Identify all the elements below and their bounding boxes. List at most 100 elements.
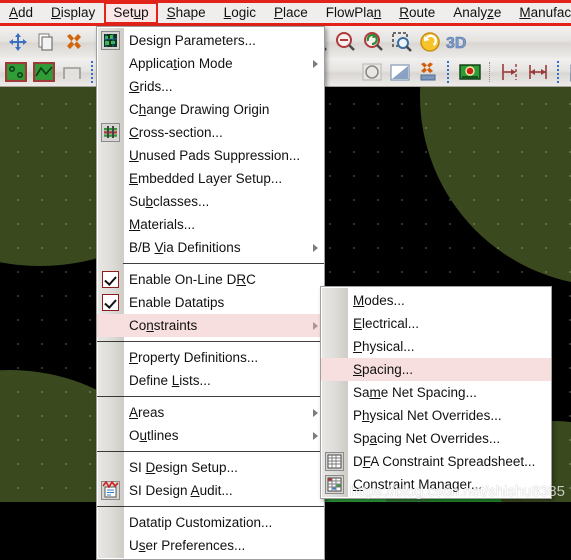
menu-separator — [97, 506, 324, 507]
menu-item-user-preferences[interactable]: User Preferences... — [97, 534, 324, 557]
menubar-item-display[interactable]: Display — [42, 2, 104, 24]
menu-item-label: Materials... — [129, 217, 196, 232]
menu-item-design-parameters[interactable]: Design Parameters... — [97, 29, 324, 52]
menubar: Add Display Setup Shape Logic Place Flow… — [0, 0, 571, 26]
menu-item-embedded-layer-setup[interactable]: Embedded Layer Setup... — [97, 167, 324, 190]
submenu-item-modes[interactable]: Modes... — [321, 289, 551, 312]
menubar-item-route[interactable]: Route — [390, 2, 444, 24]
delete-shape-icon[interactable] — [415, 59, 441, 85]
menu-item-subclasses[interactable]: Subclasses... — [97, 190, 324, 213]
menu-item-label: SI Design Audit... — [129, 483, 233, 498]
menu-separator — [97, 451, 324, 452]
menu-item-unused-pads-suppression[interactable]: Unused Pads Suppression... — [97, 144, 324, 167]
menu-item-label: Enable On-Line DRC — [129, 272, 256, 287]
menu-item-si-design-audit[interactable]: SI Design Audit... — [97, 479, 324, 502]
submenu-item-physical[interactable]: Physical... — [321, 335, 551, 358]
board-green-icon[interactable] — [457, 59, 483, 85]
menu-item-label: Embedded Layer Setup... — [129, 171, 283, 186]
shape-green-a-icon[interactable] — [3, 59, 29, 85]
chevron-right-icon — [313, 243, 318, 252]
menubar-item-place[interactable]: Place — [265, 2, 317, 24]
si-audit-icon — [101, 480, 121, 501]
submenu-item-dfa-constraint-spreadsheet[interactable]: DFA Constraint Spreadsheet... — [321, 450, 551, 473]
menu-item-label: B/B Via Definitions — [129, 240, 241, 255]
menubar-item-shape[interactable]: Shape — [158, 2, 215, 24]
menu-item-label: Physical... — [353, 339, 415, 354]
dfa-spreadsheet-icon — [325, 452, 345, 472]
menu-item-label: Application Mode — [129, 56, 233, 71]
menu-item-si-design-setup[interactable]: SI Design Setup... — [97, 456, 324, 479]
toolbar-separator-3 — [489, 62, 491, 82]
menu-item-areas[interactable]: Areas — [97, 401, 324, 424]
chevron-right-icon — [313, 59, 318, 68]
menu-item-label: Design Parameters... — [129, 33, 256, 48]
menu-item-materials[interactable]: Materials... — [97, 213, 324, 236]
menu-item-label: Areas — [129, 405, 165, 420]
menu-item-enable-online-drc[interactable]: Enable On-Line DRC — [97, 268, 324, 291]
menubar-item-setup[interactable]: Setup — [104, 2, 158, 24]
menu-item-label: Change Drawing Origin — [129, 102, 270, 117]
menu-separator — [97, 341, 324, 342]
menubar-item-logic[interactable]: Logic — [215, 2, 265, 24]
submenu-item-physical-net-overrides[interactable]: Physical Net Overrides... — [321, 404, 551, 427]
menu-item-outlines[interactable]: Outlines — [97, 424, 324, 447]
zoom-selection-icon[interactable] — [389, 29, 415, 55]
shape-fill-icon[interactable] — [387, 59, 413, 85]
copy-icon[interactable] — [33, 29, 59, 55]
menu-item-label: Cross-section... — [129, 125, 223, 140]
shape-gray-icon[interactable] — [59, 59, 85, 85]
menu-item-cross-section[interactable]: Cross-section... — [97, 121, 324, 144]
menu-item-label: Property Definitions... — [129, 350, 259, 365]
design-params-icon — [101, 31, 121, 51]
menu-item-application-mode[interactable]: Application Mode — [97, 52, 324, 75]
menu-item-datatip-customization[interactable]: Datatip Customization... — [97, 511, 324, 534]
toolbar-separator-1 — [91, 61, 95, 83]
chevron-right-icon — [313, 408, 318, 417]
submenu-item-spacing[interactable]: Spacing... — [321, 358, 551, 381]
menu-item-label: Same Net Spacing... — [353, 385, 477, 400]
zoom-refresh-icon[interactable] — [361, 29, 387, 55]
dimension-start-icon[interactable] — [497, 59, 523, 85]
watermark-text: https://blog.csdn.net/shishu8385 — [349, 483, 565, 500]
checkbox-checked-icon[interactable] — [102, 294, 119, 311]
menu-item-label: Datatip Customization... — [129, 515, 273, 530]
shape-green-b-icon[interactable] — [31, 59, 57, 85]
dimension-span-icon[interactable] — [525, 59, 551, 85]
menu-item-label: Define Lists... — [129, 373, 211, 388]
menu-item-constraints[interactable]: Constraints — [97, 314, 324, 337]
submenu-item-electrical[interactable]: Electrical... — [321, 312, 551, 335]
menu-item-label: User Preferences... — [129, 538, 246, 553]
menu-item-label: Constraints — [129, 318, 198, 333]
circle-outline-icon[interactable] — [359, 59, 385, 85]
menu-item-bb-via-definitions[interactable]: B/B Via Definitions — [97, 236, 324, 259]
menubar-item-flowplan[interactable]: FlowPlan — [317, 2, 391, 24]
chevron-right-icon — [313, 321, 318, 330]
menu-item-label: Modes... — [353, 293, 405, 308]
checkbox-checked-icon[interactable] — [102, 271, 119, 288]
zoom-out-icon[interactable] — [333, 29, 359, 55]
cross-section-icon — [101, 123, 121, 143]
menubar-item-manufacture[interactable]: Manufacture — [510, 2, 571, 24]
menu-item-enable-datatips[interactable]: Enable Datatips — [97, 291, 324, 314]
delete-x-icon[interactable] — [61, 29, 87, 55]
menu-separator — [97, 396, 324, 397]
menu-item-grids[interactable]: Grids... — [97, 75, 324, 98]
move-tool-icon[interactable] — [5, 29, 31, 55]
submenu-item-same-net-spacing[interactable]: Same Net Spacing... — [321, 381, 551, 404]
submenu-item-spacing-net-overrides[interactable]: Spacing Net Overrides... — [321, 427, 551, 450]
menu-item-label: Spacing... — [353, 362, 414, 377]
svg-text:3D: 3D — [446, 35, 466, 52]
odb-export-icon[interactable]: ODB — [567, 59, 571, 85]
menu-item-change-drawing-origin[interactable]: Change Drawing Origin — [97, 98, 324, 121]
menubar-item-analyze[interactable]: Analyze — [444, 2, 510, 24]
menu-item-define-lists[interactable]: Define Lists... — [97, 369, 324, 392]
menu-item-label: Grids... — [129, 79, 173, 94]
menu-item-label: Spacing Net Overrides... — [353, 431, 501, 446]
menu-item-property-definitions[interactable]: Property Definitions... — [97, 346, 324, 369]
menu-item-label: SI Design Setup... — [129, 460, 238, 475]
chevron-right-icon — [313, 431, 318, 440]
undo-icon[interactable] — [417, 29, 443, 55]
view-3d-icon[interactable]: 3D — [445, 29, 477, 55]
menubar-item-add[interactable]: Add — [0, 2, 42, 24]
menu-item-label: Enable Datatips — [129, 295, 225, 310]
